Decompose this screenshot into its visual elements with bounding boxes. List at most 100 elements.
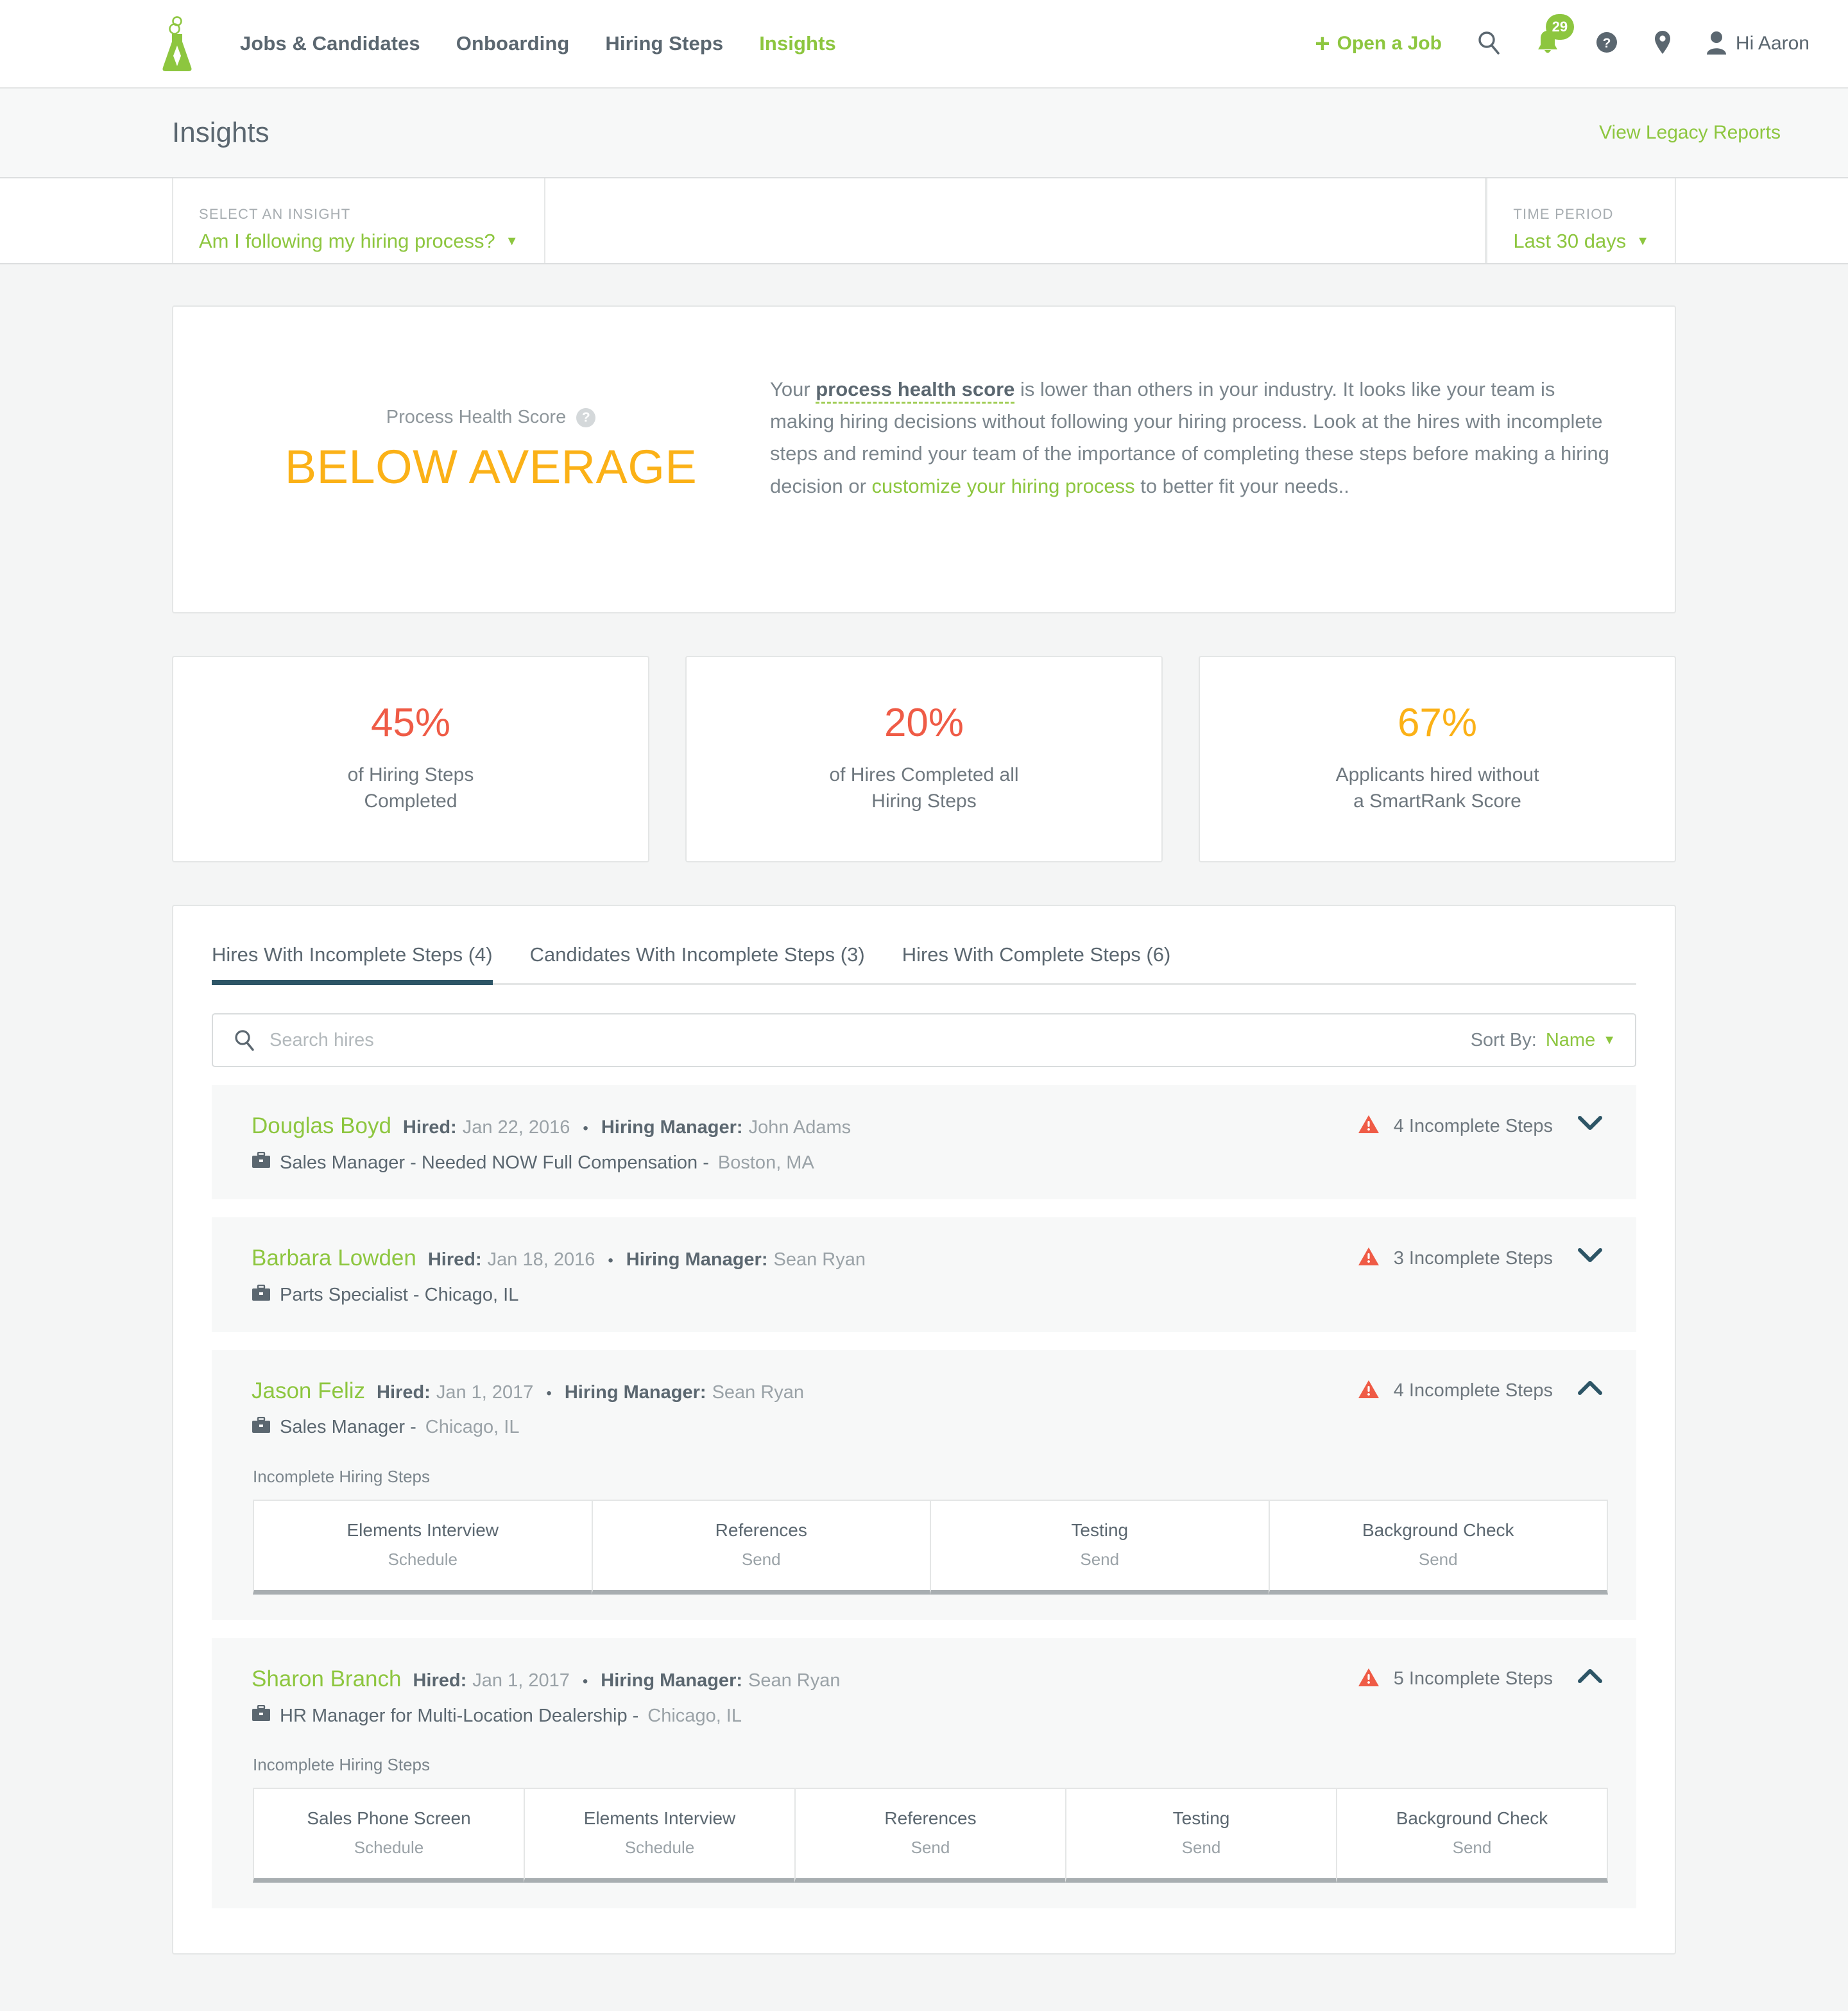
step-action: Schedule [624, 1838, 695, 1858]
job-title: Parts Specialist - Chicago, IL [280, 1285, 519, 1306]
hiring-manager-label: Hiring Manager: [601, 1117, 743, 1138]
step-action: Schedule [354, 1838, 424, 1858]
stat-caption-line-1: of Hires Completed all [829, 764, 1019, 786]
briefcase-icon [252, 1152, 271, 1174]
hire-name-link[interactable]: Barbara Lowden [252, 1243, 416, 1274]
stat-caption-line-2: Hiring Steps [871, 791, 977, 812]
hire-status: 4 Incomplete Steps [1358, 1115, 1572, 1138]
chevron-down-icon: ▼ [1603, 1033, 1616, 1047]
step-card[interactable]: Sales Phone Screen Schedule [253, 1788, 524, 1883]
select-insight-dropdown[interactable]: SELECT AN INSIGHT Am I following my hiri… [172, 178, 545, 263]
tab-candidates-with-incomplete-steps[interactable]: Candidates With Incomplete Steps (3) [530, 943, 865, 983]
hire-row[interactable]: Sharon Branch Hired: Jan 1, 2017 • Hirin… [212, 1638, 1636, 1909]
customize-hiring-process-link[interactable]: customize your hiring process [872, 475, 1135, 497]
help-icon[interactable]: ? [576, 407, 596, 427]
hiring-manager-label: Hiring Manager: [601, 1670, 743, 1691]
expand-row-toggle[interactable] [1572, 1112, 1608, 1137]
description-part-3: to better fit your needs.. [1134, 474, 1349, 497]
open-a-job-button[interactable]: + Open a Job [1315, 31, 1442, 56]
hire-name-link[interactable]: Sharon Branch [252, 1664, 401, 1695]
main-content: Process Health Score ? BELOW AVERAGE You… [0, 305, 1848, 1955]
hire-name-link[interactable]: Douglas Boyd [252, 1111, 391, 1142]
location-button[interactable] [1654, 30, 1672, 58]
notifications-button[interactable]: 29 [1536, 13, 1574, 60]
expand-row-toggle[interactable] [1572, 1244, 1608, 1269]
hire-status: 4 Incomplete Steps [1358, 1380, 1572, 1403]
briefcase-icon [252, 1704, 271, 1727]
page-title: Insights [172, 117, 270, 148]
time-period-dropdown[interactable]: TIME PERIOD Last 30 days ▼ [1486, 178, 1676, 263]
search-icon [1476, 30, 1501, 58]
process-health-score-card: Process Health Score ? BELOW AVERAGE You… [172, 305, 1676, 613]
nav-item-jobs-candidates[interactable]: Jobs & Candidates [240, 32, 420, 55]
hired-label: Hired: [377, 1382, 431, 1403]
search-input[interactable] [270, 1029, 1471, 1051]
step-card[interactable]: References Send [591, 1499, 930, 1595]
job-title: Sales Manager - Needed NOW Full Compensa… [280, 1152, 709, 1173]
step-action: Send [911, 1838, 950, 1858]
incomplete-steps-heading: Incomplete Hiring Steps [253, 1755, 431, 1775]
step-name: Testing [1071, 1519, 1129, 1540]
process-health-score-summary: Process Health Score ? BELOW AVERAGE [212, 358, 770, 494]
incomplete-steps-grid: Sales Phone Screen Schedule Elements Int… [253, 1788, 1608, 1883]
view-legacy-reports-link[interactable]: View Legacy Reports [1599, 122, 1810, 144]
hires-list-panel: Hires With Incomplete Steps (4) Candidat… [172, 905, 1676, 1955]
description-part-1: Your [770, 378, 816, 400]
hire-name-link[interactable]: Jason Feliz [252, 1376, 365, 1407]
stat-caption: of Hires Completed all Hiring Steps [829, 762, 1018, 815]
chevron-down-icon [1577, 1248, 1603, 1266]
sort-by-value-text: Name [1545, 1029, 1596, 1050]
hiring-manager-name: Sean Ryan [712, 1382, 805, 1403]
step-name: Background Check [1396, 1808, 1548, 1829]
tab-hires-with-complete-steps[interactable]: Hires With Complete Steps (6) [902, 943, 1171, 983]
tab-hires-with-incomplete-steps[interactable]: Hires With Incomplete Steps (4) [212, 943, 493, 985]
step-card[interactable]: Testing Send [930, 1499, 1269, 1595]
hire-info: Jason Feliz Hired: Jan 1, 2017 • Hiring … [252, 1376, 1358, 1439]
hiring-manager-label: Hiring Manager: [564, 1382, 706, 1403]
brand-logo-icon[interactable] [160, 16, 194, 71]
process-health-score-inline-link[interactable]: process health score [816, 378, 1015, 404]
step-card[interactable]: References Send [794, 1788, 1065, 1883]
meta-separator: • [582, 1672, 588, 1690]
step-action: Send [1452, 1838, 1492, 1858]
step-card[interactable]: Background Check Send [1336, 1788, 1608, 1883]
stat-caption-line-1: of Hiring Steps [347, 764, 474, 786]
stat-cards-row: 45% of Hiring Steps Completed 20% of Hir… [172, 656, 1676, 862]
user-menu[interactable]: Hi Aaron [1706, 30, 1810, 58]
stat-caption: of Hiring Steps Completed [348, 762, 474, 815]
nav-item-hiring-steps[interactable]: Hiring Steps [605, 32, 723, 55]
collapse-row-toggle[interactable] [1572, 1665, 1608, 1690]
help-button[interactable]: ? [1595, 30, 1619, 58]
process-health-score-value: BELOW AVERAGE [284, 440, 697, 493]
filter-bar: SELECT AN INSIGHT Am I following my hiri… [0, 178, 1848, 264]
open-a-job-label: Open a Job [1337, 33, 1442, 54]
search-button[interactable] [1476, 30, 1501, 58]
hire-row-header: Barbara Lowden Hired: Jan 18, 2016 • Hir… [252, 1243, 1608, 1306]
process-health-score-label-row: Process Health Score ? [212, 407, 770, 428]
sort-by-dropdown[interactable]: Name ▼ [1546, 1030, 1616, 1051]
search-bar: Sort By: Name ▼ [212, 1013, 1636, 1067]
stat-caption-line-2: Completed [364, 791, 458, 812]
step-card[interactable]: Elements Interview Schedule [253, 1499, 592, 1595]
filter-middle-spacer [545, 178, 1487, 263]
filter-left-spacer [0, 178, 172, 263]
hire-row[interactable]: Douglas Boyd Hired: Jan 22, 2016 • Hirin… [212, 1085, 1636, 1200]
hire-row[interactable]: Jason Feliz Hired: Jan 1, 2017 • Hiring … [212, 1349, 1636, 1620]
step-card[interactable]: Elements Interview Schedule [524, 1788, 794, 1883]
warning-icon [1358, 1115, 1380, 1138]
meta-separator: • [583, 1120, 588, 1137]
step-card[interactable]: Background Check Send [1268, 1499, 1608, 1595]
hire-secondary-line: HR Manager for Multi-Location Dealership… [252, 1704, 1358, 1727]
nav-item-insights[interactable]: Insights [759, 32, 836, 55]
step-card[interactable]: Testing Send [1065, 1788, 1336, 1883]
hiring-manager-name: Sean Ryan [773, 1249, 866, 1271]
nav-item-onboarding[interactable]: Onboarding [456, 32, 570, 55]
chevron-down-icon: ▼ [505, 234, 518, 248]
hire-status: 3 Incomplete Steps [1358, 1247, 1572, 1270]
job-location: Chicago, IL [425, 1417, 520, 1438]
hire-row[interactable]: Barbara Lowden Hired: Jan 18, 2016 • Hir… [212, 1217, 1636, 1332]
chevron-down-icon: ▼ [1636, 234, 1649, 248]
incomplete-steps-count: 3 Incomplete Steps [1393, 1247, 1553, 1269]
meta-separator: • [546, 1384, 552, 1402]
collapse-row-toggle[interactable] [1572, 1377, 1608, 1402]
